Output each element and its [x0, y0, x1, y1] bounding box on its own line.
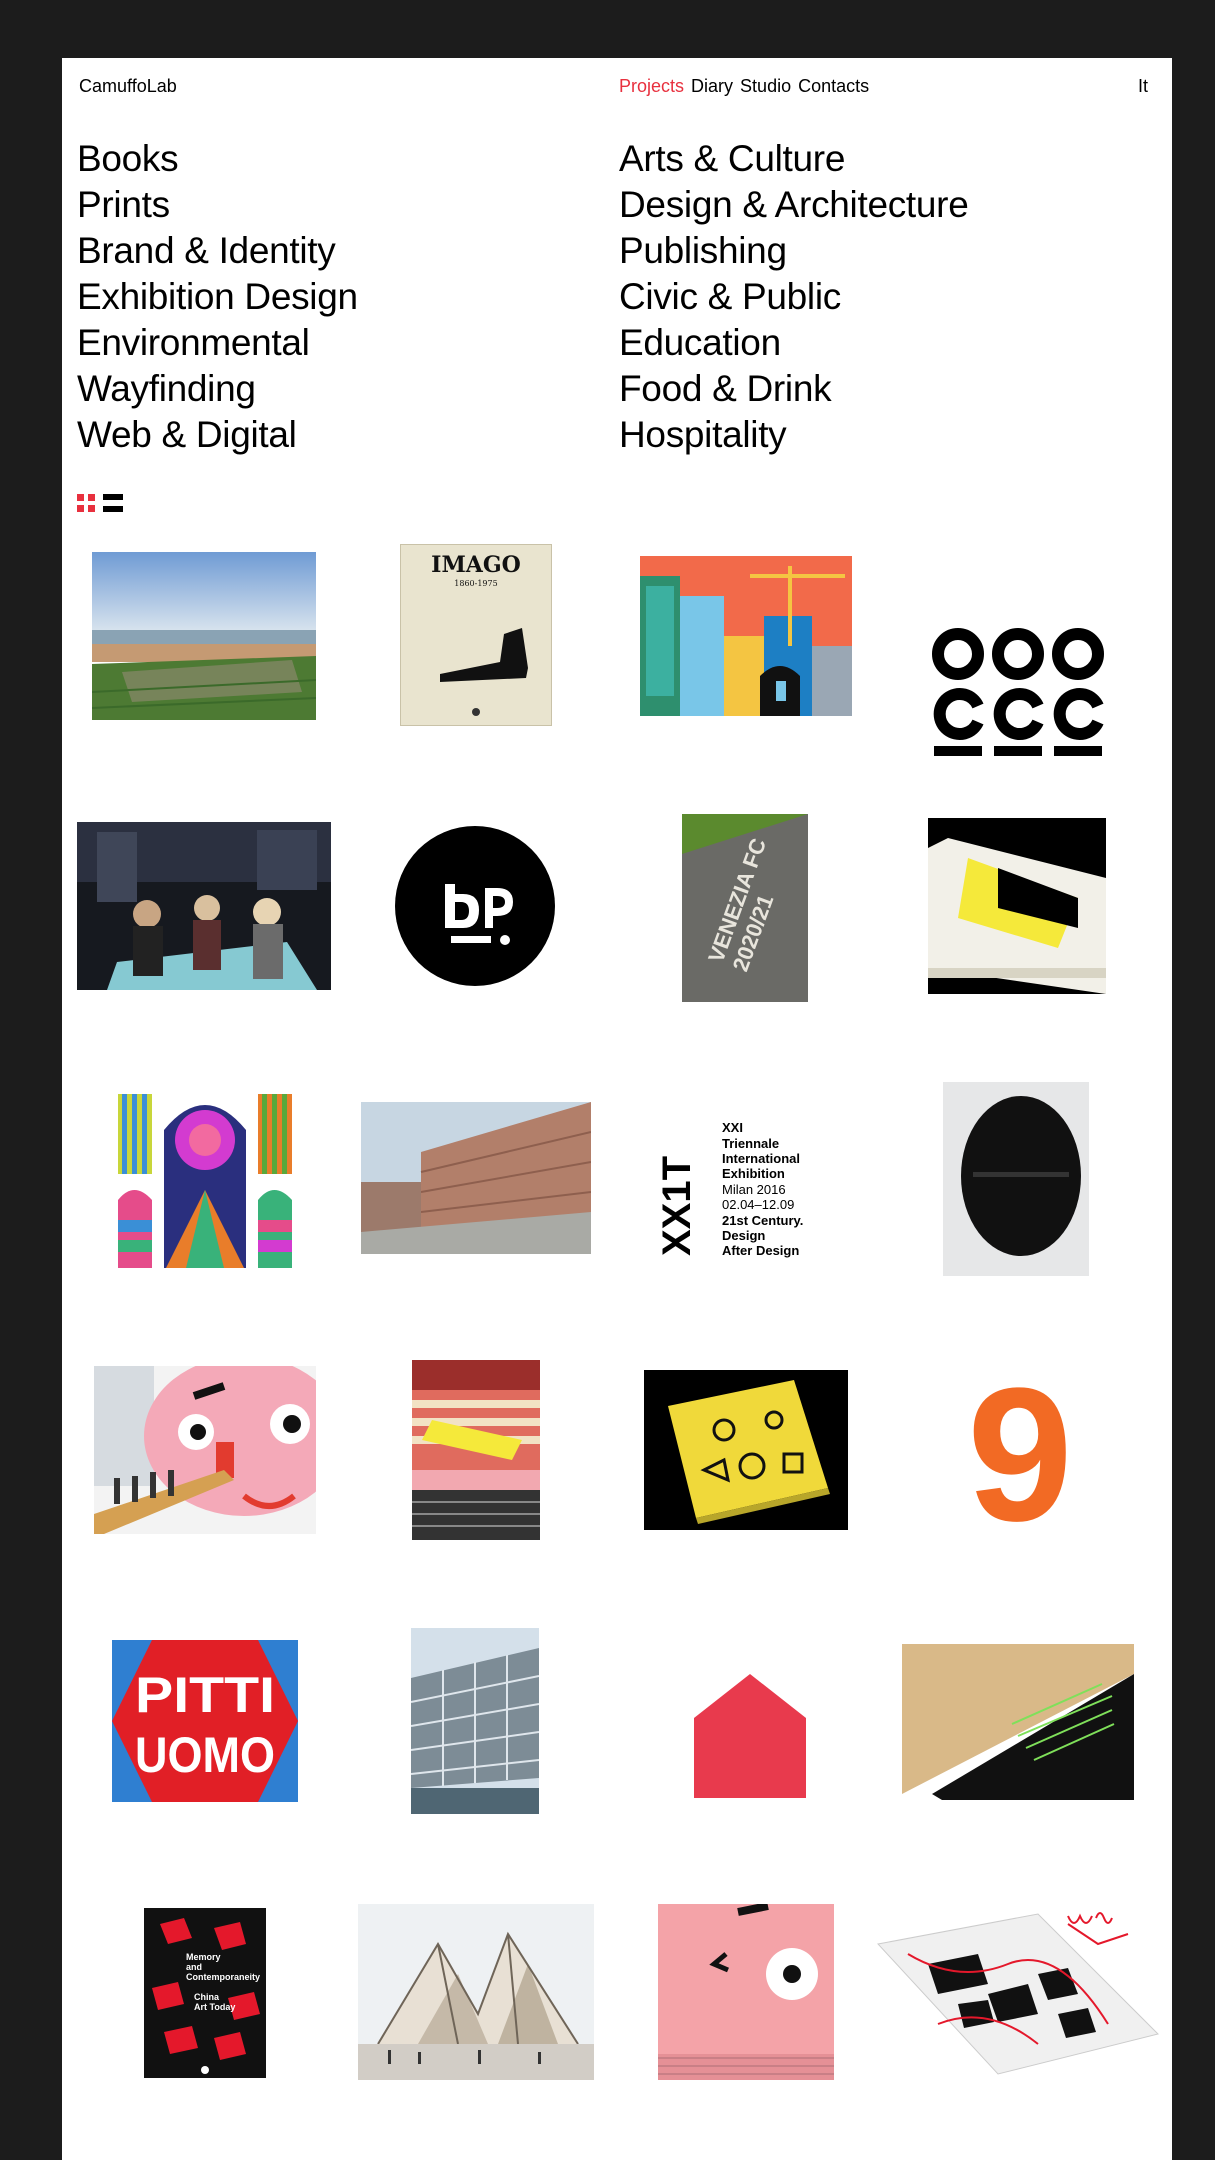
- imago-subtitle: 1860-1975: [454, 579, 497, 588]
- category-food-drink[interactable]: Food & Drink: [619, 366, 968, 412]
- project-thumb-venice-stadium[interactable]: [92, 552, 316, 720]
- triennale-line-3: International: [722, 1151, 800, 1166]
- pitti-line2: UOMO: [135, 1727, 275, 1783]
- category-hospitality[interactable]: Hospitality: [619, 412, 968, 458]
- view-toggle: [77, 494, 123, 512]
- orange-nine-glyph: 9: [967, 1370, 1073, 1530]
- nav-contacts[interactable]: Contacts: [798, 76, 869, 97]
- triennale-line-1: XXI: [722, 1120, 743, 1135]
- category-civic-public[interactable]: Civic & Public: [619, 274, 968, 320]
- project-thumb-triennale-poster[interactable]: XX1T XXI Triennale International Exhibit…: [656, 1118, 856, 1260]
- memory-line1: Memory: [186, 1952, 221, 1962]
- triennale-line-8: Design: [722, 1228, 765, 1243]
- triennale-line-4: Exhibition: [722, 1166, 785, 1181]
- language-switch[interactable]: It: [1138, 76, 1148, 97]
- project-thumb-black-green-book[interactable]: [902, 1644, 1134, 1800]
- category-arts-culture[interactable]: Arts & Culture: [619, 136, 968, 182]
- project-thumb-imago-book[interactable]: IMAGO 1860-1975: [400, 544, 552, 726]
- page: CamuffoLab Projects Diary Studio Contact…: [62, 58, 1172, 2160]
- triennale-line-6: 02.04–12.09: [722, 1197, 794, 1212]
- pitti-line1: PITTI: [135, 1667, 275, 1723]
- triennale-line-7: 21st Century.: [722, 1213, 803, 1228]
- category-web-digital[interactable]: Web & Digital: [77, 412, 358, 458]
- project-thumb-orange-nine[interactable]: 9: [950, 1370, 1090, 1530]
- imago-title: IMAGO: [431, 552, 521, 578]
- list-view-icon[interactable]: [103, 494, 123, 512]
- category-wayfinding[interactable]: Wayfinding: [77, 366, 358, 412]
- project-thumb-pitti-uomo[interactable]: PITTI UOMO: [112, 1640, 298, 1802]
- project-thumb-memory-book[interactable]: Memory and Contemporaneity China Art Tod…: [144, 1908, 266, 2078]
- memory-line2: and: [186, 1962, 202, 1972]
- category-books[interactable]: Books: [77, 136, 358, 182]
- triennale-line-2: Triennale: [722, 1136, 779, 1151]
- project-thumb-cinema-poster[interactable]: [412, 1360, 540, 1540]
- memory-line5: Art Today: [194, 2002, 235, 2012]
- brand-logo[interactable]: CamuffoLab: [79, 76, 177, 97]
- project-thumb-pink-face-book[interactable]: [658, 1904, 834, 2080]
- project-thumb-city-map[interactable]: [868, 1904, 1162, 2086]
- project-thumb-city-illustration[interactable]: [640, 556, 852, 716]
- project-thumb-pink-face-installation[interactable]: [94, 1366, 316, 1534]
- nav-diary[interactable]: Diary: [691, 76, 733, 97]
- top-bar: CamuffoLab Projects Diary Studio Contact…: [79, 76, 1148, 106]
- project-thumb-venezia-fc-book[interactable]: VENEZIA FC 2020/21: [682, 814, 808, 1002]
- triennale-line-9: After Design: [722, 1243, 799, 1258]
- project-thumb-pavilion[interactable]: [358, 1904, 594, 2080]
- project-thumb-glass-building[interactable]: [411, 1628, 539, 1814]
- category-education[interactable]: Education: [619, 320, 968, 366]
- memory-line4: China: [194, 1992, 220, 2002]
- nav-studio[interactable]: Studio: [740, 76, 791, 97]
- grid-view-icon[interactable]: [77, 494, 95, 512]
- main-nav: Projects Diary Studio Contacts: [619, 76, 869, 97]
- project-thumb-dp-logo[interactable]: [393, 824, 557, 988]
- category-publishing[interactable]: Publishing: [619, 228, 968, 274]
- triennale-mark: XX1T: [656, 1156, 699, 1256]
- project-thumb-yellow-symbol-book[interactable]: [644, 1370, 848, 1530]
- category-list-right: Arts & Culture Design & Architecture Pub…: [619, 136, 969, 458]
- memory-line3: Contemporaneity: [186, 1972, 260, 1982]
- triennale-line-5: Milan 2016: [722, 1182, 786, 1197]
- project-thumb-black-oval[interactable]: [943, 1082, 1089, 1276]
- category-environmental[interactable]: Environmental: [77, 320, 358, 366]
- project-thumb-red-house[interactable]: [694, 1674, 806, 1798]
- category-design-architecture[interactable]: Design & Architecture: [619, 182, 969, 228]
- nav-projects[interactable]: Projects: [619, 76, 684, 97]
- project-thumb-exhibition-table[interactable]: [77, 822, 331, 990]
- project-thumb-brick-building[interactable]: [361, 1102, 591, 1254]
- project-thumb-logo-circles[interactable]: [928, 624, 1108, 764]
- project-thumb-yellow-book[interactable]: [928, 818, 1106, 994]
- category-list-left: Books Prints Brand & Identity Exhibition…: [77, 136, 358, 458]
- category-brand-identity[interactable]: Brand & Identity: [77, 228, 358, 274]
- category-prints[interactable]: Prints: [77, 182, 358, 228]
- project-thumb-arches-illustration[interactable]: [116, 1090, 294, 1268]
- category-exhibition-design[interactable]: Exhibition Design: [77, 274, 358, 320]
